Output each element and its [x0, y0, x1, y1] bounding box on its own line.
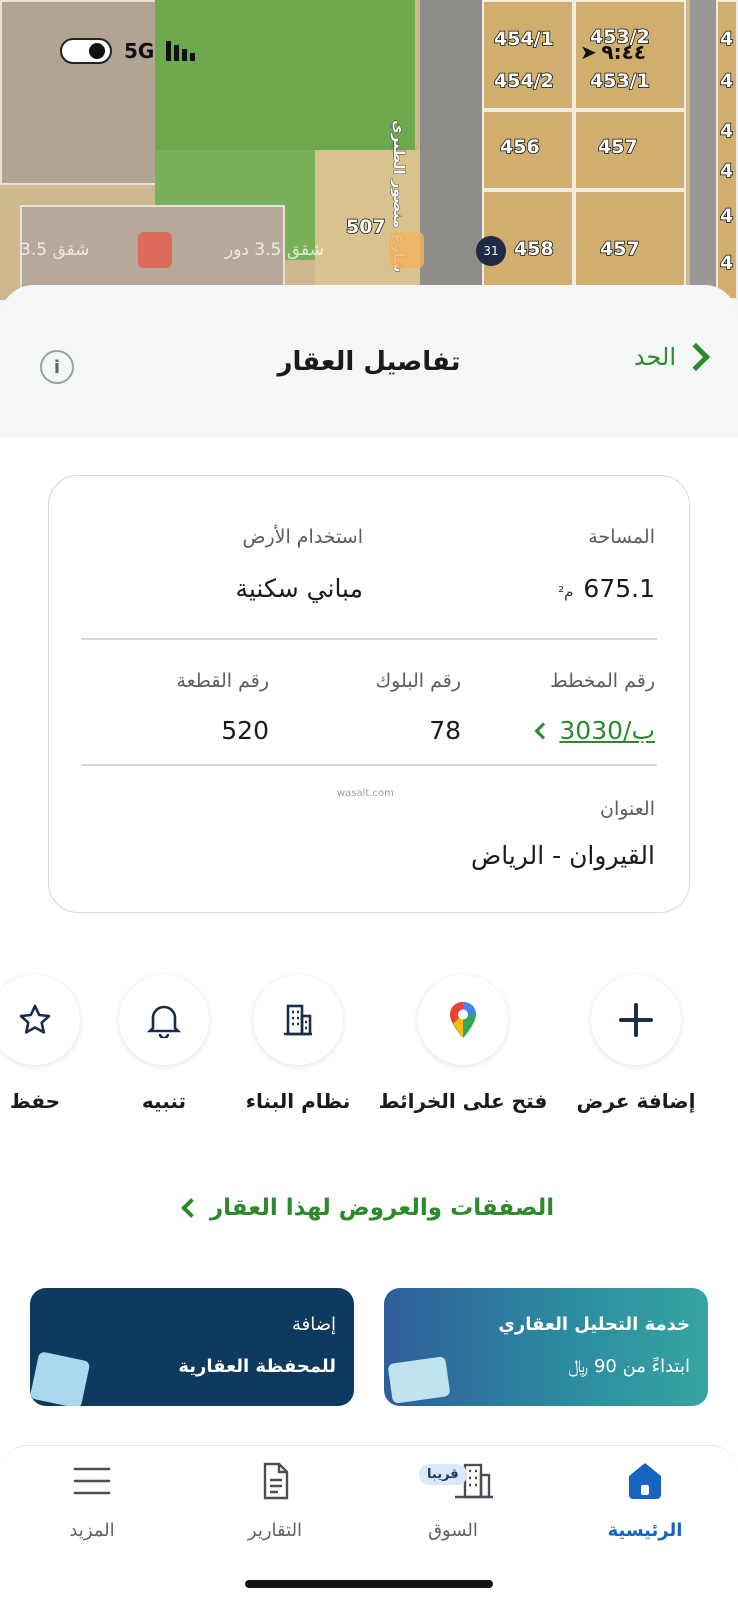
- deals-offers-label: الصفقات والعروض لهذا العقار: [209, 1195, 555, 1221]
- block-value: 78: [429, 716, 461, 745]
- area-label: المساحة: [588, 526, 655, 548]
- add-offer-action[interactable]: إضافة عرض: [568, 975, 704, 1113]
- page-title: تفاصيل العقار: [277, 347, 461, 377]
- address-label: العنوان: [599, 798, 655, 820]
- map-road: [690, 0, 716, 300]
- parcel-label: 4: [719, 27, 734, 51]
- bottom-tab-bar: الرئيسية قريبا السوق التقارير المزيد: [0, 1445, 738, 1600]
- map-marker-icon[interactable]: [138, 232, 172, 268]
- sheet-header: i تفاصيل العقار الحد: [0, 285, 738, 437]
- parcel-label: 454/2: [493, 69, 554, 93]
- dynamic-island-indicator: [60, 38, 112, 64]
- parcel-label: 4: [719, 119, 734, 143]
- parcel-label: 454/1: [493, 27, 554, 51]
- plot-value: 520: [221, 716, 269, 745]
- analysis-service-card[interactable]: خدمة التحليل العقاري ابتداءً من 90 ﷼: [384, 1288, 708, 1406]
- signal-bars-icon: [166, 41, 196, 61]
- chevron-left-icon: [534, 722, 552, 739]
- plan-value: 3030/ب: [559, 716, 655, 745]
- analysis-price: ابتداءً من 90 ﷼: [568, 1356, 690, 1377]
- add-offer-label: إضافة عرض: [576, 1089, 696, 1113]
- portfolio-subtitle: للمحفظة العقارية: [178, 1356, 336, 1377]
- parcel-label: 4: [719, 251, 734, 275]
- chevron-left-icon: [180, 1198, 201, 1218]
- back-label: الحد: [633, 343, 676, 371]
- map-parcel: [0, 0, 158, 185]
- parcel-label: 458: [513, 237, 554, 261]
- save-label: حفظ: [9, 1089, 61, 1113]
- quick-actions: إضافة عرض فتح على الخرائط نظام البناء تن…: [0, 975, 738, 1135]
- building-system-label: نظام البناء: [245, 1089, 351, 1113]
- star-icon[interactable]: [0, 975, 80, 1065]
- area-unit: م²: [558, 583, 574, 601]
- parcel-label: 507: [345, 215, 386, 239]
- back-button[interactable]: الحد: [633, 342, 714, 372]
- plan-link[interactable]: 3030/ب: [534, 716, 655, 745]
- divider: [81, 638, 657, 640]
- open-maps-action[interactable]: فتح على الخرائط: [379, 975, 547, 1113]
- open-maps-label: فتح على الخرائط: [378, 1089, 548, 1113]
- zoning-label: شقق 3.5 دور: [225, 240, 324, 260]
- block-label: رقم البلوك: [375, 670, 461, 692]
- coming-soon-badge: قريبا: [419, 1464, 467, 1485]
- plot-label: رقم القطعة: [176, 670, 269, 692]
- address-value: القيروان - الرياض: [471, 841, 655, 870]
- building-icon[interactable]: [253, 975, 343, 1065]
- building-system-action[interactable]: نظام البناء: [236, 975, 360, 1113]
- map-marker-icon[interactable]: [390, 232, 424, 268]
- tab-market[interactable]: قريبا السوق: [383, 1458, 523, 1541]
- save-action[interactable]: حفظ: [0, 975, 80, 1113]
- market-building-icon: قريبا: [383, 1458, 523, 1504]
- parcel-label: 457: [599, 237, 640, 261]
- area-value-row: م² 675.1: [558, 574, 655, 603]
- watermark: wasalt.com: [337, 788, 394, 799]
- bell-icon[interactable]: [119, 975, 209, 1065]
- portfolio-card[interactable]: إضافة للمحفظة العقارية: [30, 1288, 354, 1406]
- property-map[interactable]: 454/1 453/2 454/2 453/1 456 457 458 507 …: [0, 0, 738, 300]
- area-value: 675.1: [583, 574, 655, 603]
- calculator-illustration-icon: [30, 1351, 91, 1406]
- plus-icon[interactable]: [591, 975, 681, 1065]
- tab-reports-label: التقارير: [247, 1520, 303, 1541]
- tab-home[interactable]: الرئيسية: [575, 1458, 715, 1541]
- parcel-label: 453/1: [589, 69, 650, 93]
- home-icon: [623, 1458, 667, 1504]
- tab-market-label: السوق: [428, 1520, 478, 1541]
- details-sheet: i تفاصيل العقار الحد المساحة م² 675.1 اس…: [0, 285, 738, 1600]
- map-cluster-badge[interactable]: 31: [476, 236, 506, 266]
- chevron-right-icon: [681, 342, 711, 372]
- plan-label: رقم المخطط: [550, 670, 655, 692]
- property-details-card: المساحة م² 675.1 استخدام الأرض مباني سكن…: [48, 475, 690, 913]
- land-use-label: استخدام الأرض: [242, 526, 363, 548]
- network-type: 5G: [124, 39, 155, 63]
- map-block: [482, 0, 574, 110]
- status-time: ٩:٤٤: [601, 40, 646, 64]
- analysis-title: خدمة التحليل العقاري: [498, 1314, 690, 1335]
- menu-icon: [73, 1458, 111, 1504]
- parcel-label: 4: [719, 159, 734, 183]
- parcel-label: 456: [499, 135, 540, 159]
- deals-offers-link[interactable]: الصفقات والعروض لهذا العقار: [0, 1195, 738, 1221]
- zoning-label: شقق 3.5: [20, 240, 90, 260]
- tab-more[interactable]: المزيد: [22, 1458, 162, 1541]
- alert-label: تنبيه: [141, 1089, 187, 1113]
- alert-action[interactable]: تنبيه: [112, 975, 216, 1113]
- card-illustration-icon: [387, 1356, 451, 1404]
- portfolio-title: إضافة: [291, 1314, 336, 1335]
- location-arrow-icon: ➤: [580, 40, 597, 64]
- land-use-value: مباني سكنية: [235, 574, 363, 603]
- tab-more-label: المزيد: [69, 1520, 115, 1541]
- tab-home-label: الرئيسية: [607, 1520, 683, 1541]
- tab-reports[interactable]: التقارير: [205, 1458, 345, 1541]
- status-bar: 5G: [60, 38, 196, 64]
- document-icon: [257, 1458, 293, 1504]
- map-road: [420, 0, 482, 300]
- parcel-label: 4: [719, 204, 734, 228]
- divider: [81, 764, 657, 766]
- home-indicator: [245, 1580, 493, 1588]
- parcel-label: 4: [719, 69, 734, 93]
- map-pin-icon[interactable]: [418, 975, 508, 1065]
- parcel-label: 457: [597, 135, 638, 159]
